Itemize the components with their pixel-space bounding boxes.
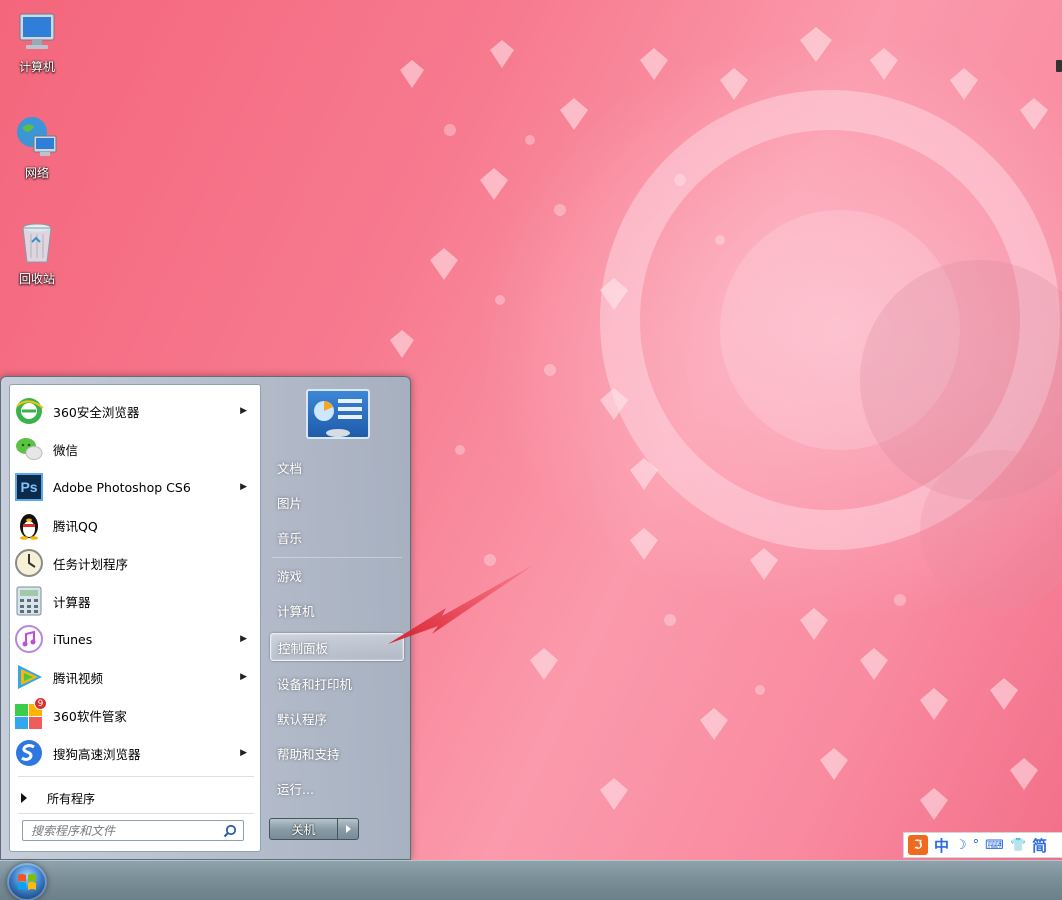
all-programs-label: 所有程序 [47, 791, 96, 806]
place-documents[interactable]: 文档 [270, 453, 404, 481]
program-label: iTunes [53, 631, 93, 647]
taskbar [0, 860, 1062, 900]
program-item-photoshop[interactable]: Ps Adobe Photoshop CS6 ▶ [13, 469, 257, 505]
tencent-video-icon [13, 661, 45, 693]
submenu-arrow-icon: ▶ [240, 748, 247, 758]
place-label: 设备和打印机 [277, 676, 353, 692]
calculator-icon [13, 585, 45, 617]
program-item-360-browser[interactable]: 360安全浏览器 ▶ [13, 393, 257, 429]
search-programs-input[interactable]: 搜索程序和文件 [22, 820, 244, 841]
desktop-icon-label: 网络 [24, 166, 49, 180]
sogou-browser-icon [13, 737, 45, 769]
desktop-edge-icon [1056, 60, 1062, 72]
chevron-right-icon [345, 825, 351, 833]
place-label: 游戏 [277, 568, 303, 584]
sogou-ime-logo-icon[interactable]: ℑ [908, 835, 928, 855]
place-control-panel[interactable]: 控制面板 [270, 633, 404, 661]
program-item-tencent-video[interactable]: 腾讯视频 ▶ [13, 659, 257, 695]
place-label: 图片 [277, 495, 303, 511]
emoticon-icon[interactable]: ° [973, 838, 980, 853]
ime-toolbar: ℑ 中 ☽ ° ⌨ 👕 简 [903, 832, 1062, 858]
itunes-icon [13, 623, 45, 655]
program-item-wechat[interactable]: 微信 [13, 431, 257, 467]
photoshop-icon: Ps [13, 471, 45, 503]
place-games[interactable]: 游戏 [270, 561, 404, 589]
place-music[interactable]: 音乐 [270, 523, 404, 551]
program-label: 微信 [53, 442, 79, 458]
skin-icon[interactable]: 👕 [1010, 838, 1026, 853]
search-icon [223, 824, 237, 841]
computer-icon [14, 8, 60, 54]
shutdown-options-button[interactable] [338, 819, 358, 839]
program-item-task-scheduler[interactable]: 任务计划程序 [13, 545, 257, 581]
desktop-icon-recycle-bin[interactable]: 回收站 [6, 220, 68, 287]
desktop-icon-label: 回收站 [18, 272, 55, 286]
place-label: 帮助和支持 [277, 746, 340, 762]
recycle-bin-icon [14, 220, 60, 266]
ime-logo-text: ℑ [913, 837, 923, 853]
programs-divider [18, 776, 254, 777]
place-label: 计算机 [277, 603, 315, 619]
place-label: 运行... [277, 781, 314, 797]
wallpaper-lace-pattern [300, 0, 1062, 860]
program-item-itunes[interactable]: iTunes ▶ [13, 621, 257, 657]
submenu-arrow-icon: ▶ [240, 482, 247, 492]
places-divider [272, 557, 402, 558]
program-label: 360安全浏览器 [53, 404, 140, 420]
program-item-calculator[interactable]: 计算器 [13, 583, 257, 619]
update-count-badge: 9 [34, 697, 47, 710]
place-default-programs[interactable]: 默认程序 [270, 704, 404, 732]
start-button[interactable] [7, 863, 47, 900]
place-computer[interactable]: 计算机 [270, 596, 404, 624]
windows-logo-icon [18, 874, 36, 890]
wechat-icon [13, 433, 45, 465]
program-item-qq[interactable]: 腾讯QQ [13, 507, 257, 543]
photoshop-icon-text: Ps [15, 473, 43, 501]
program-label: 腾讯QQ [53, 518, 98, 534]
desktop-icon-computer[interactable]: 计算机 [6, 8, 68, 75]
submenu-arrow-icon: ▶ [240, 634, 247, 644]
shutdown-label: 关机 [291, 822, 316, 837]
ime-script-toggle[interactable]: 简 [1032, 835, 1047, 856]
qq-penguin-icon [13, 509, 45, 541]
keyboard-icon[interactable]: ⌨ [985, 838, 1004, 853]
program-item-sogou-browser[interactable]: 搜狗高速浏览器 ▶ [13, 735, 257, 771]
program-label: 360软件管家 [53, 708, 127, 724]
search-divider [18, 813, 254, 814]
user-picture-control-panel-icon[interactable] [306, 389, 370, 439]
place-label: 控制面板 [278, 640, 329, 656]
place-pictures[interactable]: 图片 [270, 488, 404, 516]
program-label: 计算器 [53, 594, 91, 610]
program-label: Adobe Photoshop CS6 [53, 479, 191, 495]
program-label: 任务计划程序 [53, 556, 129, 572]
start-menu-programs-pane: 360安全浏览器 ▶ 微信 Ps Adobe Photoshop CS6 ▶ 腾… [9, 384, 261, 852]
place-run[interactable]: 运行... [270, 774, 404, 802]
expand-arrow-icon [21, 793, 27, 803]
shutdown-button-group: 关机 [269, 818, 359, 840]
place-help-and-support[interactable]: 帮助和支持 [270, 739, 404, 767]
360-software-manager-icon: 9 [13, 697, 47, 731]
program-label: 搜狗高速浏览器 [53, 746, 141, 762]
desktop-icon-label: 计算机 [18, 60, 55, 74]
desktop-icon-network[interactable]: 网络 [6, 114, 68, 181]
place-label: 文档 [277, 460, 303, 476]
clock-icon [13, 547, 45, 579]
360-browser-icon [13, 395, 45, 427]
place-label: 默认程序 [277, 711, 328, 727]
ime-mode-toggle[interactable]: 中 [934, 835, 949, 856]
place-devices-and-printers[interactable]: 设备和打印机 [270, 669, 404, 697]
shutdown-button[interactable]: 关机 [270, 819, 338, 839]
network-globe-icon [14, 114, 60, 160]
submenu-arrow-icon: ▶ [240, 406, 247, 416]
moon-punctuation-icon[interactable]: ☽ [955, 838, 967, 853]
program-label: 腾讯视频 [53, 670, 104, 686]
start-menu: 360安全浏览器 ▶ 微信 Ps Adobe Photoshop CS6 ▶ 腾… [0, 376, 411, 860]
place-label: 音乐 [277, 530, 303, 546]
program-item-360-software-manager[interactable]: 9 360软件管家 [13, 697, 257, 733]
start-menu-places-pane: 文档 图片 音乐 游戏 计算机 控制面板 设备和打印机 默认程序 帮助和支持 运… [262, 377, 412, 861]
search-placeholder: 搜索程序和文件 [31, 824, 116, 838]
all-programs-button[interactable]: 所有程序 [13, 785, 257, 811]
submenu-arrow-icon: ▶ [240, 672, 247, 682]
